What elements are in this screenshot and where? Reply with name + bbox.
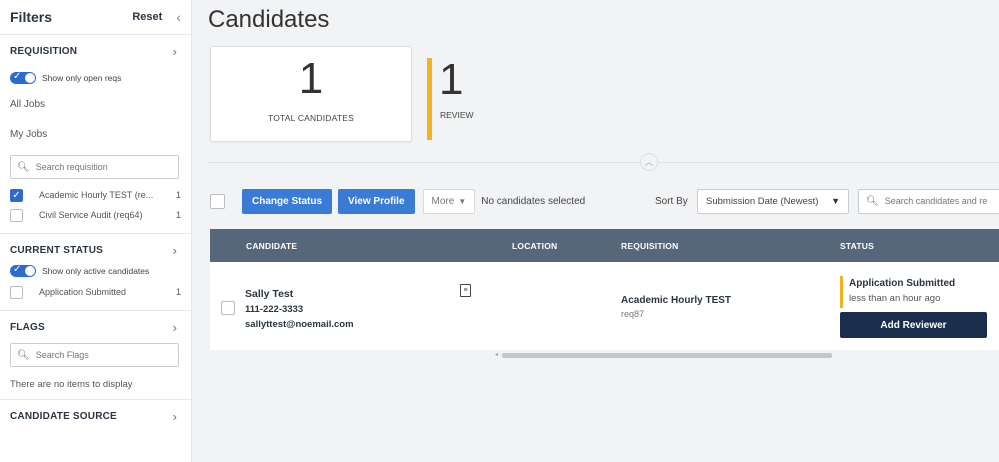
chevron-right-icon[interactable]: ›	[173, 243, 177, 258]
check-icon: ✓	[13, 71, 22, 82]
search-icon: 🔍︎	[17, 161, 30, 173]
column-header-candidate[interactable]: CANDIDATE	[246, 241, 297, 251]
requisition-section-label: REQUISITION	[10, 45, 78, 57]
current-status-section-label: CURRENT STATUS	[10, 244, 103, 256]
my-jobs-link[interactable]: My Jobs	[0, 119, 191, 149]
flags-section: FLAGS › 🔍︎ There are no items to display	[0, 310, 191, 395]
requisition-checkbox[interactable]: ✓	[10, 188, 23, 202]
flags-empty-text: There are no items to display	[10, 378, 133, 390]
active-candidates-toggle-label: Show only active candidates	[42, 266, 150, 276]
check-icon: ✓	[13, 264, 22, 275]
caret-down-icon: ▼	[458, 196, 467, 206]
chevron-left-icon[interactable]: ‹	[176, 9, 181, 25]
status-filter-count: 1	[175, 287, 181, 297]
candidate-source-section-header[interactable]: CANDIDATE SOURCE ›	[0, 400, 191, 432]
flags-search-input[interactable]	[35, 350, 166, 360]
view-profile-button[interactable]: View Profile	[338, 188, 415, 214]
flags-section-label: FLAGS	[10, 321, 45, 333]
sort-select[interactable]: Submission Date (Newest) ▼	[697, 188, 849, 214]
chevron-right-icon[interactable]: ›	[173, 44, 177, 59]
candidate-name[interactable]: Sally Test	[245, 288, 293, 300]
table-header: CANDIDATE LOCATION REQUISITION STATUS	[210, 229, 999, 262]
stats-divider	[208, 162, 999, 163]
requisition-id: req87	[621, 309, 645, 319]
filters-header: Filters Reset ‹	[0, 0, 191, 34]
selection-status: No candidates selected	[481, 195, 586, 207]
requisition-filter-label: Academic Hourly TEST (re...	[39, 190, 154, 200]
select-all-checkbox[interactable]	[210, 193, 225, 209]
requisition-filter-count: 1	[175, 210, 181, 220]
column-header-status[interactable]: STATUS	[840, 241, 874, 251]
requisition-section-header[interactable]: REQUISITION ›	[0, 35, 191, 67]
column-header-requisition[interactable]: REQUISITION	[621, 241, 678, 251]
candidates-toolbar: Change Status View Profile More ▼ No cand…	[210, 188, 999, 214]
candidate-source-section-label: CANDIDATE SOURCE	[10, 410, 117, 422]
requisition-search-input[interactable]	[35, 162, 166, 172]
chevron-right-icon[interactable]: ›	[173, 409, 177, 424]
current-status-section: CURRENT STATUS › ✓ Show only active cand…	[0, 233, 191, 302]
more-button[interactable]: More ▼	[422, 188, 476, 214]
chevron-right-icon[interactable]: ›	[173, 320, 177, 335]
status-accent-bar	[840, 276, 843, 308]
review-accent-bar	[427, 58, 432, 140]
all-jobs-link[interactable]: All Jobs	[0, 89, 191, 119]
caret-down-icon: ▼	[831, 196, 840, 206]
sort-select-value: Submission Date (Newest)	[706, 195, 819, 207]
status-filter-item[interactable]: Application Submitted 1	[0, 282, 191, 302]
status-checkbox[interactable]	[10, 285, 23, 299]
change-status-button[interactable]: Change Status	[242, 188, 333, 214]
candidate-search[interactable]: 🔍︎	[858, 188, 999, 214]
sort-by-label: Sort By	[655, 195, 688, 207]
requisition-filter-label: Civil Service Audit (req64)	[39, 210, 143, 220]
candidate-search-input[interactable]	[884, 196, 999, 206]
document-icon[interactable]: ≡	[460, 284, 471, 297]
table-row[interactable]: Sally Test 111-222-3333 sallyttest@noema…	[210, 262, 999, 350]
status-text: Application Submitted	[849, 278, 956, 289]
main-content: Candidates 1 TOTAL CANDIDATES 1 REVIEW ︿…	[192, 0, 999, 462]
total-candidates-card[interactable]: 1 TOTAL CANDIDATES	[210, 46, 412, 142]
active-candidates-toggle[interactable]: ✓	[10, 264, 36, 277]
open-reqs-toggle-label: Show only open reqs	[42, 73, 122, 83]
search-icon: 🔍︎	[866, 195, 879, 207]
page-title: Candidates	[208, 6, 330, 33]
chevron-up-icon[interactable]: ︿	[640, 153, 658, 171]
requisition-section: REQUISITION › ✓ Show only open reqs All …	[0, 34, 191, 225]
requisition-filter-count: 1	[175, 190, 181, 200]
status-time: less than an hour ago	[849, 293, 941, 304]
total-candidates-label: TOTAL CANDIDATES	[267, 113, 354, 123]
candidate-source-section: CANDIDATE SOURCE ›	[0, 399, 191, 432]
filters-title: Filters	[10, 9, 53, 25]
total-candidates-count: 1	[298, 54, 324, 103]
open-reqs-toggle-row[interactable]: ✓ Show only open reqs	[0, 67, 191, 89]
column-header-location[interactable]: LOCATION	[512, 241, 557, 251]
search-icon: 🔍︎	[17, 349, 30, 361]
flags-section-header[interactable]: FLAGS ›	[0, 311, 191, 343]
requisition-filter-item[interactable]: ✓ Academic Hourly TEST (re... 1	[0, 185, 191, 205]
flags-search[interactable]: 🔍︎	[10, 343, 179, 367]
horizontal-scrollbar[interactable]	[502, 353, 832, 358]
add-reviewer-button[interactable]: Add Reviewer	[840, 312, 987, 338]
candidate-phone: 111-222-3333	[245, 304, 304, 315]
review-count[interactable]: 1	[439, 56, 463, 104]
reset-button[interactable]: Reset	[132, 11, 162, 23]
filters-sidebar: Filters Reset ‹ REQUISITION › ✓ Show onl…	[0, 0, 192, 462]
requisition-name[interactable]: Academic Hourly TEST	[621, 295, 731, 306]
active-candidates-toggle-row[interactable]: ✓ Show only active candidates	[0, 260, 191, 282]
status-filter-label: Application Submitted	[39, 287, 127, 297]
more-button-label: More	[431, 195, 455, 207]
candidate-email[interactable]: sallyttest@noemail.com	[245, 319, 354, 330]
scroll-left-arrow[interactable]: ◂	[495, 351, 498, 358]
open-reqs-toggle[interactable]: ✓	[10, 71, 36, 84]
requisition-filter-item[interactable]: Civil Service Audit (req64) 1	[0, 205, 191, 225]
requisition-checkbox[interactable]	[10, 208, 23, 222]
review-label[interactable]: REVIEW	[440, 110, 474, 120]
requisition-search[interactable]: 🔍︎	[10, 155, 179, 179]
row-checkbox[interactable]	[221, 301, 235, 315]
